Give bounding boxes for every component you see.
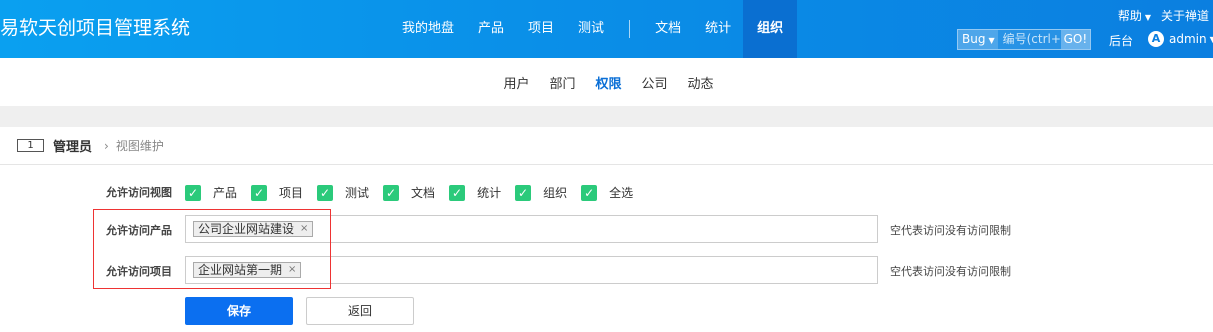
chevron-down-icon: ▼ <box>988 36 995 45</box>
top-links: 帮助 ▼ 关于禅道 <box>1118 7 1213 24</box>
remove-icon[interactable]: × <box>300 222 308 236</box>
search-type-select[interactable]: Bug ▼ <box>958 30 998 49</box>
view-checkbox-product[interactable]: ✓ 产品 <box>185 184 237 201</box>
subnav-company[interactable]: 公司 <box>632 73 678 92</box>
nav-doc[interactable]: 文档 <box>643 0 693 58</box>
nav-company[interactable]: 组织 <box>743 0 798 58</box>
section-divider <box>0 106 1213 127</box>
view-checkbox-select-all[interactable]: ✓ 全选 <box>581 184 633 201</box>
top-navbar: 易软天创项目管理系统 我的地盘 产品 项目 测试 文档 统计 组织 帮助 ▼ 关于… <box>0 0 1213 58</box>
nav-test[interactable]: 测试 <box>566 0 616 58</box>
nav-report[interactable]: 统计 <box>693 0 743 58</box>
help-label: 帮助 <box>1117 9 1142 23</box>
user-menu[interactable]: A admin ▼ <box>1148 31 1213 47</box>
back-button[interactable]: 返回 <box>306 297 414 325</box>
main-nav: 我的地盘 产品 项目 测试 文档 统计 组织 <box>390 0 798 58</box>
avatar: A <box>1148 31 1164 47</box>
subnav-privileges[interactable]: 权限 <box>585 73 631 92</box>
nav-my-dashboard[interactable]: 我的地盘 <box>390 0 466 58</box>
nav-project[interactable]: 项目 <box>516 0 566 58</box>
help-menu[interactable]: 帮助 ▼ <box>1118 7 1151 24</box>
search-input[interactable]: 编号(ctrl+g <box>998 30 1061 49</box>
about-link[interactable]: 关于禅道 <box>1161 7 1209 24</box>
checkbox-checked-icon: ✓ <box>383 184 400 201</box>
subnav-users[interactable]: 用户 <box>493 73 539 92</box>
chevron-down-icon: ▼ <box>1144 13 1151 22</box>
projects-hint: 空代表访问没有访问限制 <box>890 265 1011 278</box>
checkbox-checked-icon: ✓ <box>317 184 334 201</box>
view-label-product: 产品 <box>213 186 238 200</box>
global-search: Bug▼ 编号(ctrl+g GO! <box>957 29 1092 50</box>
subnav-dynamic[interactable]: 动态 <box>678 73 724 92</box>
checkbox-checked-icon: ✓ <box>515 184 532 201</box>
group-id-badge: 1 <box>17 139 44 152</box>
subnav-departments[interactable]: 部门 <box>539 73 585 92</box>
checkbox-checked-icon: ✓ <box>185 184 201 201</box>
project-chip: 企业网站第一期 × <box>193 262 302 278</box>
save-button[interactable]: 保存 <box>185 297 293 325</box>
projects-label: 允许访问项目 <box>106 265 172 278</box>
breadcrumb: 1 管理员 › 视图维护 <box>0 127 1213 165</box>
chevron-right-icon: › <box>104 138 109 153</box>
view-label-select-all: 全选 <box>609 186 634 200</box>
view-label-company: 组织 <box>543 186 568 200</box>
views-checkbox-group: ✓ 产品 ✓ 项目 ✓ 测试 ✓ 文档 ✓ 统计 ✓ 组织 ✓ 全选 <box>185 184 647 201</box>
products-label: 允许访问产品 <box>106 224 172 237</box>
projects-select[interactable]: 企业网站第一期 × <box>185 256 878 284</box>
view-checkbox-doc[interactable]: ✓ 文档 <box>383 184 435 201</box>
checkbox-checked-icon: ✓ <box>251 184 268 201</box>
checkbox-checked-icon: ✓ <box>581 184 598 201</box>
search-go-button[interactable]: GO! <box>1060 30 1091 49</box>
app-title: 易软天创项目管理系统 <box>0 17 191 39</box>
view-checkbox-company[interactable]: ✓ 组织 <box>515 184 567 201</box>
view-checkbox-project[interactable]: ✓ 项目 <box>251 184 303 201</box>
view-label-test: 测试 <box>345 186 370 200</box>
sub-nav: 用户 部门 权限 公司 动态 <box>0 58 1213 106</box>
products-hint: 空代表访问没有访问限制 <box>890 224 1011 237</box>
products-select[interactable]: 公司企业网站建设 × <box>185 215 878 243</box>
nav-divider <box>629 20 631 38</box>
view-checkbox-test[interactable]: ✓ 测试 <box>317 184 369 201</box>
backend-link[interactable]: 后台 <box>1109 32 1133 49</box>
view-label-doc: 文档 <box>411 186 436 200</box>
views-label: 允许访问视图 <box>106 186 172 199</box>
view-checkbox-report[interactable]: ✓ 统计 <box>449 184 501 201</box>
project-chip-label: 企业网站第一期 <box>198 263 283 277</box>
remove-icon[interactable]: × <box>288 263 296 277</box>
user-name: admin <box>1169 32 1207 46</box>
view-label-project: 项目 <box>279 186 304 200</box>
product-chip: 公司企业网站建设 × <box>193 221 314 237</box>
product-chip-label: 公司企业网站建设 <box>198 222 295 236</box>
group-name: 管理员 <box>53 140 93 155</box>
search-type-label: Bug <box>962 32 986 46</box>
page-title: 视图维护 <box>115 139 164 153</box>
checkbox-checked-icon: ✓ <box>449 184 466 201</box>
chevron-down-icon: ▼ <box>1209 34 1213 44</box>
view-label-report: 统计 <box>477 186 502 200</box>
nav-product[interactable]: 产品 <box>466 0 516 58</box>
